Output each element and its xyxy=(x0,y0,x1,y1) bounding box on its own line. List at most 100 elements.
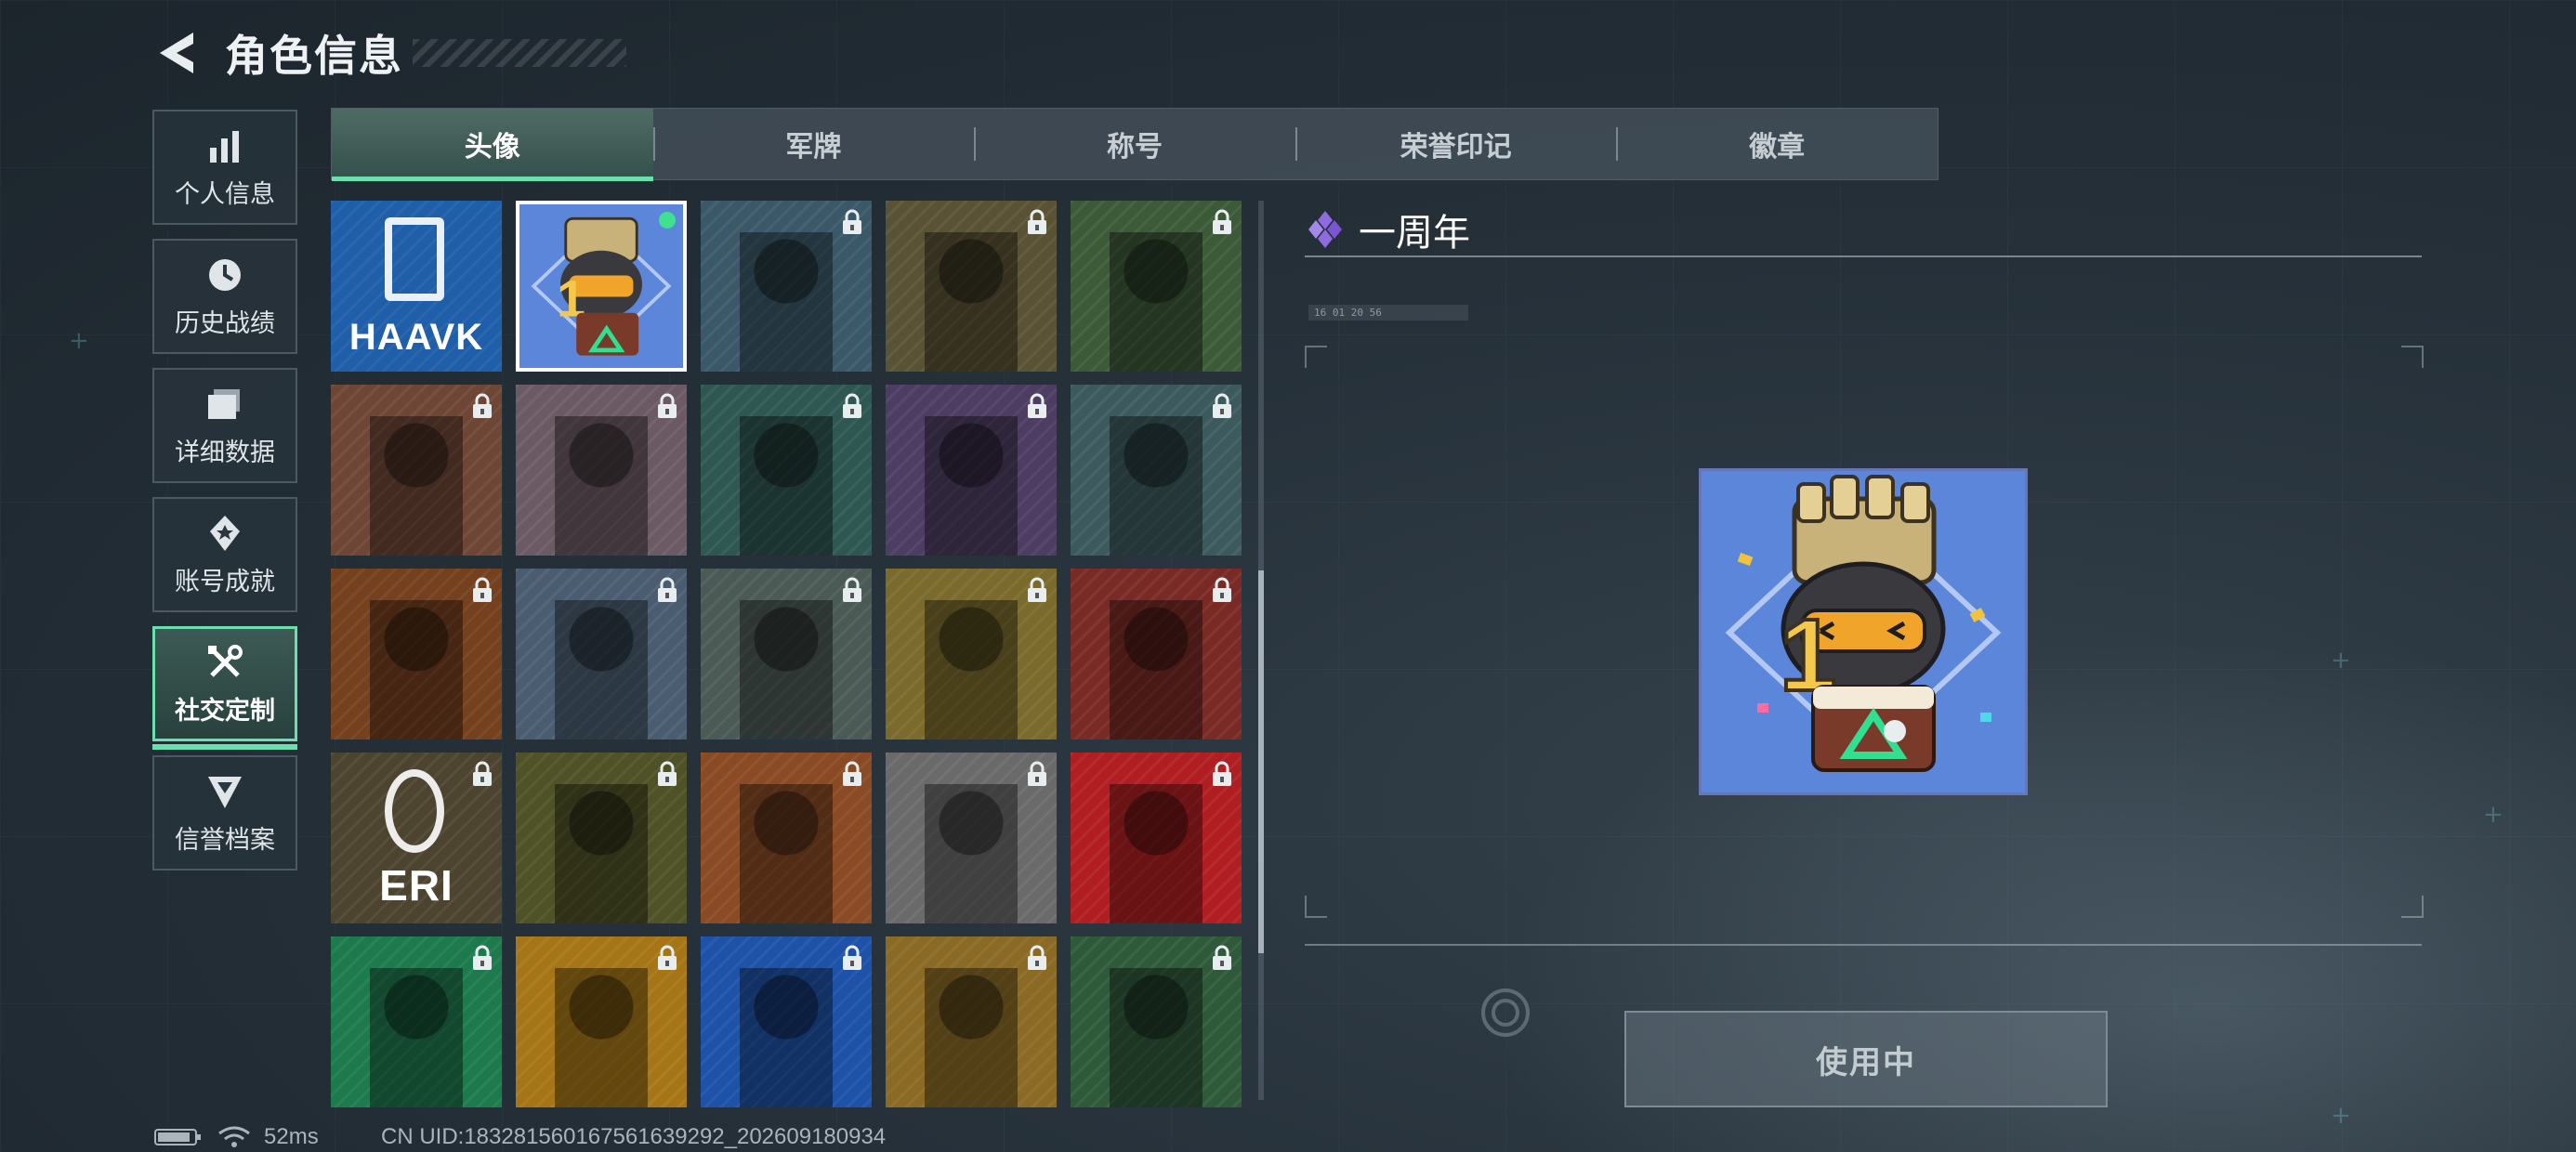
avatar-pistol-soldier[interactable] xyxy=(886,753,1057,923)
lock-icon xyxy=(1025,760,1049,788)
sidebar-item-social-customize[interactable]: 社交定制 xyxy=(152,626,297,750)
sidebar-item-label: 个人信息 xyxy=(175,179,275,208)
bar-chart-icon xyxy=(210,130,239,163)
sidebar-item-credit-record[interactable]: 信誉档案 xyxy=(152,755,297,871)
lock-icon xyxy=(1210,760,1234,788)
avatar-portrait xyxy=(370,968,463,1107)
lock-icon xyxy=(470,760,494,788)
avatar-shield-emblem-red[interactable] xyxy=(1071,753,1242,923)
lock-icon xyxy=(840,208,864,236)
avatar-eri-globe-emblem[interactable]: ERI xyxy=(331,753,502,923)
avatar-diamond-emblem-gold[interactable] xyxy=(886,936,1057,1107)
lock-icon xyxy=(1025,392,1049,420)
avatar-portrait xyxy=(555,784,648,923)
tab-honor-mark[interactable]: 荣誉印记 xyxy=(1295,109,1617,179)
avatar-cap-woman[interactable] xyxy=(1071,936,1242,1107)
tab-badge[interactable]: 徽章 xyxy=(1616,109,1938,179)
avatar-red-hair-woman[interactable] xyxy=(1071,569,1242,740)
avatar-glasses-man[interactable] xyxy=(516,753,687,923)
avatar-portrait xyxy=(740,968,833,1107)
avatar-portrait xyxy=(555,600,648,740)
lock-icon xyxy=(655,760,679,788)
avatar-portrait xyxy=(740,784,833,923)
sidebar-item-label: 信誉档案 xyxy=(175,825,275,854)
tab-avatar[interactable]: 头像 xyxy=(332,109,653,181)
lock-icon xyxy=(1025,944,1049,972)
avatar-portrait xyxy=(1110,416,1203,556)
avatar-glasses-operator[interactable] xyxy=(701,385,872,556)
avatar-helicopter-field[interactable] xyxy=(701,569,872,740)
avatar-helmet-soldier[interactable] xyxy=(331,385,502,556)
detail-bottom-divider xyxy=(1305,944,2422,946)
tab-title[interactable]: 称号 xyxy=(974,109,1295,179)
avatar-portrait xyxy=(925,232,1018,372)
sidebar-item-achievements[interactable]: 账号成就 xyxy=(152,497,297,612)
avatar-portrait xyxy=(925,416,1018,556)
anniversary-mascot-thumbnail: 1 xyxy=(519,204,683,368)
detail-meta: 16 01 20 56 xyxy=(1308,305,1468,321)
detail-title: 一周年 xyxy=(1359,213,1470,254)
avatar-bald-operator[interactable] xyxy=(886,201,1057,372)
medal-icon xyxy=(210,515,240,551)
detail-header: 一周年 xyxy=(1305,203,1470,256)
lock-icon xyxy=(840,576,864,604)
sidebar-item-history[interactable]: 历史战绩 xyxy=(152,239,297,354)
crosshair-decoration: + xyxy=(2331,647,2351,674)
tools-icon xyxy=(208,644,243,677)
anniversary-mascot-image: 1 xyxy=(1702,471,2025,792)
avatar-portrait xyxy=(1110,232,1203,372)
lock-icon xyxy=(655,576,679,604)
lock-icon xyxy=(655,944,679,972)
avatar-pilot-woman[interactable] xyxy=(701,201,872,372)
lock-icon xyxy=(1210,392,1234,420)
lock-icon xyxy=(1025,208,1049,236)
shield-chevron-icon xyxy=(208,776,242,808)
history-clock-icon xyxy=(209,258,241,291)
avatar-logo-text: HAAVK xyxy=(348,317,484,358)
avatar-portrait xyxy=(925,600,1018,740)
target-ring-icon xyxy=(1481,988,1530,1037)
crosshair-decoration: + xyxy=(69,327,89,355)
crosshair-decoration: + xyxy=(2483,801,2504,829)
purple-diamond-icon xyxy=(1308,211,1342,248)
avatar-haavk-logo[interactable]: HAAVK xyxy=(331,201,502,372)
tab-dog-tag[interactable]: 军牌 xyxy=(652,109,975,179)
avatar-portrait xyxy=(370,600,463,740)
sidebar-item-label: 账号成就 xyxy=(175,567,275,596)
active-indicator xyxy=(152,744,297,750)
frame-corner xyxy=(2401,896,2424,918)
avatar-portrait xyxy=(555,416,648,556)
avatar-portrait xyxy=(555,968,648,1107)
back-button[interactable] xyxy=(149,25,204,81)
lock-icon xyxy=(1025,576,1049,604)
in-use-button[interactable]: 使用中 xyxy=(1624,1011,2108,1107)
equipped-dot xyxy=(659,212,676,229)
avatar-masked-soldier[interactable] xyxy=(1071,385,1242,556)
avatar-portrait xyxy=(740,600,833,740)
scrollbar-thumb[interactable] xyxy=(1258,570,1264,953)
avatar-hex-emblem-blue[interactable] xyxy=(701,936,872,1107)
avatar-mascot-eating[interactable] xyxy=(886,569,1057,740)
avatar-a-emblem-orange[interactable] xyxy=(516,936,687,1107)
avatar-portrait xyxy=(1110,600,1203,740)
avatar-purple-hair-woman[interactable] xyxy=(886,385,1057,556)
avatar-anniversary-mascot[interactable]: 1 xyxy=(516,201,687,372)
sidebar-item-personal-info[interactable]: 个人信息 xyxy=(152,110,297,225)
back-arrow-icon xyxy=(160,33,193,73)
battery-icon xyxy=(154,1129,201,1145)
sidebar-item-detailed-data[interactable]: 详细数据 xyxy=(152,368,297,483)
avatar-headset-operator[interactable] xyxy=(1071,201,1242,372)
avatar-explosion[interactable] xyxy=(701,753,872,923)
avatar-portrait xyxy=(370,416,463,556)
title-decoration xyxy=(413,39,626,67)
lock-icon xyxy=(470,576,494,604)
wifi-icon xyxy=(218,1126,250,1147)
avatar-scarf-operator[interactable] xyxy=(331,569,502,740)
avatar-gear-star-emblem[interactable] xyxy=(516,569,687,740)
avatar-cross-emblem-green[interactable] xyxy=(331,936,502,1107)
avatar-white-hair-woman[interactable] xyxy=(516,385,687,556)
lock-icon xyxy=(840,944,864,972)
frame-corner xyxy=(1305,346,1327,368)
avatar-logo-mark xyxy=(385,769,444,853)
sidebar: 个人信息 历史战绩 详细数据 账号成就 社交定制 信誉档案 xyxy=(152,110,299,884)
